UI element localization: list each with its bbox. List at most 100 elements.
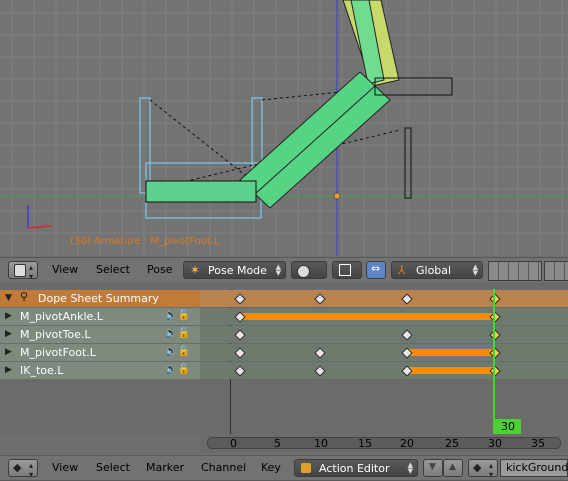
mode-label: Pose Mode — [208, 264, 267, 277]
channel-label: M_pivotAnkle.L — [20, 310, 103, 323]
ruler-tick: 5 — [274, 437, 281, 450]
keyframe[interactable] — [314, 347, 326, 359]
current-frame-line[interactable] — [493, 289, 495, 434]
action-name: kickGround — [506, 461, 568, 474]
dopesheet-icon: ◆ — [13, 461, 22, 474]
menu-marker[interactable]: Marker — [146, 456, 184, 480]
viewport-grid — [0, 0, 568, 256]
mute-lock-icons[interactable]: 🔈🔓 — [165, 364, 190, 375]
ruler-tick: 25 — [445, 437, 459, 450]
orientation-icon: ⅄ — [398, 263, 406, 277]
viewport-shading-select[interactable] — [291, 261, 327, 279]
editor-type-button[interactable]: ◆ ▴ ▾ — [8, 459, 38, 479]
mute-lock-icons[interactable]: 🔈🔓 — [165, 328, 190, 339]
chevron-updown-icon: ▴ ▾ — [29, 263, 34, 281]
keyframe[interactable] — [489, 329, 501, 341]
ruler-tick: 0 — [230, 437, 237, 450]
keyframe[interactable] — [489, 293, 501, 305]
menu-key[interactable]: Key — [261, 456, 281, 480]
channel-row[interactable]: ▶ IK_toe.L 🔈🔓 — [0, 362, 200, 379]
channel-label: IK_toe.L — [20, 364, 64, 377]
ruler-tick: 20 — [400, 437, 414, 450]
pivot-icon — [339, 264, 351, 276]
action-name-field[interactable]: kickGround — [500, 459, 568, 477]
channel-row[interactable]: ▶ M_pivotFoot.L 🔈🔓 — [0, 344, 200, 361]
layer-buttons[interactable] — [488, 261, 542, 281]
action-browse-button[interactable]: ◆ ▴ ▾ — [468, 459, 498, 479]
channel-keyframes[interactable] — [200, 308, 568, 325]
expand-down-icon[interactable]: ▼ — [5, 293, 12, 303]
keyframe[interactable] — [234, 365, 246, 377]
editor-mode-label: Action Editor — [319, 462, 390, 475]
menu-view[interactable]: View — [52, 258, 78, 282]
keyframe[interactable] — [314, 365, 326, 377]
summary-keyframes[interactable] — [200, 290, 568, 307]
keyframe[interactable] — [314, 293, 326, 305]
layer-buttons-2[interactable] — [544, 261, 568, 281]
pose-icon: ✶ — [190, 263, 201, 277]
jump-up-button[interactable]: ▲ — [443, 459, 463, 477]
keyframe[interactable] — [234, 293, 246, 305]
ruler-tick: 35 — [531, 437, 545, 450]
keyframe[interactable] — [234, 329, 246, 341]
dropdown-arrows-icon: ▲ ▼ — [275, 263, 281, 277]
hold-bar — [240, 313, 494, 320]
dropdown-arrows-icon: ▲ ▼ — [407, 461, 413, 475]
manipulator-toggle[interactable]: ⇔ — [366, 261, 386, 279]
action-icon — [301, 463, 311, 473]
channel-keyframes[interactable] — [200, 362, 568, 379]
frame-ruler[interactable]: 0 5 10 15 20 25 30 35 — [200, 435, 568, 453]
current-frame-indicator[interactable]: 30 — [495, 419, 521, 434]
channel-keyframes[interactable] — [200, 326, 568, 343]
hold-bar — [407, 349, 494, 356]
action-icon: ◆ — [473, 461, 482, 474]
expand-right-icon[interactable]: ▶ — [5, 329, 12, 339]
cube-icon — [14, 264, 26, 277]
channel-row[interactable]: ▶ M_pivotToe.L 🔈🔓 — [0, 326, 200, 343]
ruler-tick: 15 — [358, 437, 372, 450]
channel-label: M_pivotFoot.L — [20, 346, 96, 359]
expand-right-icon[interactable]: ▶ — [5, 365, 12, 375]
keyframe[interactable] — [401, 293, 413, 305]
menu-view[interactable]: View — [52, 456, 78, 480]
chevron-updown-icon: ▴ ▾ — [29, 461, 34, 479]
channel-list[interactable]: ▼ ⚲ Dope Sheet Summary ▶ M_pivotAnkle.L … — [0, 289, 200, 434]
editor-mode-select[interactable]: Action Editor ▲ ▼ — [294, 459, 418, 477]
triangle-up-icon: ▲ — [449, 462, 456, 472]
mode-select[interactable]: ✶ Pose Mode ▲ ▼ — [183, 261, 286, 279]
menu-select[interactable]: Select — [96, 456, 130, 480]
menu-channel[interactable]: Channel — [201, 456, 246, 480]
view3d-header: ▴ ▾ View Select Pose ✶ Pose Mode ▲ ▼ ⇔ ⅄ G… — [0, 257, 568, 283]
mute-lock-icons[interactable]: 🔈🔓 — [165, 310, 190, 321]
menu-select[interactable]: Select — [96, 258, 130, 282]
chevron-updown-icon: ▴ ▾ — [489, 461, 494, 479]
channel-summary[interactable]: ▼ ⚲ Dope Sheet Summary — [0, 290, 200, 307]
keyframe[interactable] — [401, 329, 413, 341]
ruler-tick: 30 — [488, 437, 502, 450]
mute-lock-icons[interactable]: 🔈🔓 — [165, 346, 190, 357]
channel-row[interactable]: ▶ M_pivotAnkle.L 🔈🔓 — [0, 308, 200, 325]
3d-viewport[interactable]: (30) Armature : M_pivotFoot.L — [0, 0, 568, 256]
dropdown-arrows-icon: ▲ ▼ — [472, 263, 478, 277]
keyframe[interactable] — [234, 347, 246, 359]
triangle-down-icon: ▼ — [429, 462, 436, 472]
dopesheet-icon: ⚲ — [20, 290, 29, 303]
horizontal-scrollbar[interactable] — [207, 437, 561, 449]
pivot-point-select[interactable] — [332, 261, 362, 279]
channel-keyframes[interactable] — [200, 344, 568, 361]
expand-right-icon[interactable]: ▶ — [5, 311, 12, 321]
editor-type-button[interactable]: ▴ ▾ — [8, 261, 38, 281]
menu-pose[interactable]: Pose — [147, 258, 172, 282]
transform-orientation-select[interactable]: ⅄ Global ▲ ▼ — [391, 261, 483, 279]
expand-right-icon[interactable]: ▶ — [5, 347, 12, 357]
dopesheet-header: ◆ ▴ ▾ View Select Marker Channel Key Acti… — [0, 455, 568, 481]
jump-down-button[interactable]: ▼ — [423, 459, 443, 477]
channel-label: Dope Sheet Summary — [38, 292, 159, 305]
hold-bar — [407, 367, 494, 374]
orientation-label: Global — [416, 264, 452, 277]
channel-label: M_pivotToe.L — [20, 328, 91, 341]
dopesheet-top-strip — [0, 282, 568, 289]
ruler-tick: 10 — [314, 437, 328, 450]
keyframe-area[interactable] — [200, 289, 568, 434]
manipulator-icon: ⇔ — [371, 262, 381, 275]
